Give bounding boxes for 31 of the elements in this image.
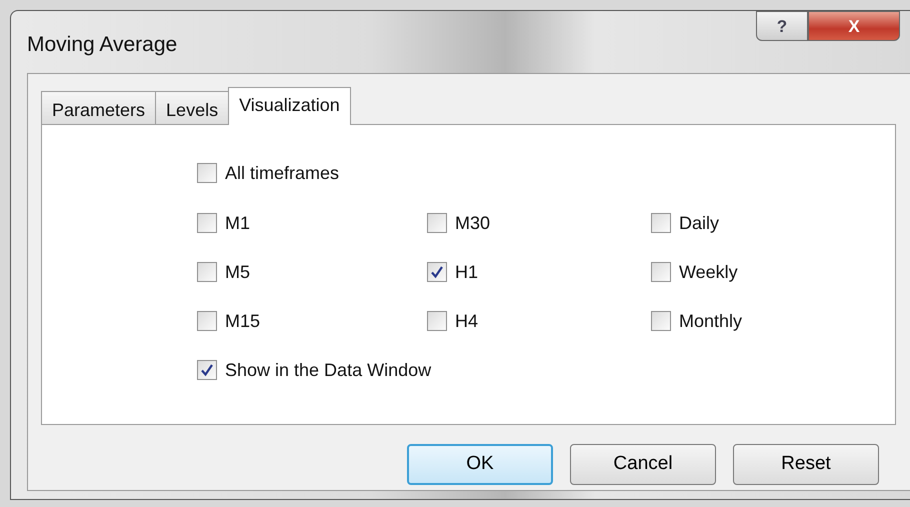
checkbox-label: Weekly: [679, 260, 738, 284]
window-title: Moving Average: [27, 32, 178, 58]
tab[interactable]: Visualization: [228, 87, 351, 125]
checkbox[interactable]: [197, 262, 217, 282]
help-button[interactable]: ?: [756, 11, 808, 41]
checkbox[interactable]: [651, 311, 671, 331]
checkbox-label: Monthly: [679, 310, 742, 333]
checkbox[interactable]: [651, 213, 671, 233]
checkbox[interactable]: [427, 213, 447, 233]
checkbox[interactable]: [197, 163, 217, 183]
checkbox-label: M30: [455, 212, 490, 234]
dialog-button[interactable]: Reset: [733, 444, 879, 485]
close-button[interactable]: X: [808, 11, 900, 41]
checkbox[interactable]: [197, 360, 217, 380]
checkbox-label: M1: [225, 212, 250, 234]
checkbox-label: All timeframes: [225, 162, 340, 184]
checkbox[interactable]: [427, 262, 447, 282]
checkbox-label: Show in the Data Window: [225, 358, 432, 382]
checkbox[interactable]: [427, 311, 447, 331]
checkbox-label: H4: [455, 310, 478, 332]
checkbox[interactable]: [197, 311, 217, 331]
checkbox-label: M5: [225, 260, 250, 284]
checkbox[interactable]: [651, 262, 671, 282]
checkbox[interactable]: [197, 213, 217, 233]
checkbox-label: M15: [225, 310, 260, 332]
checkbox-label: Daily: [679, 212, 720, 235]
dialog-button[interactable]: Cancel: [570, 444, 716, 485]
dialog-button[interactable]: OK: [407, 444, 553, 485]
tab[interactable]: Parameters: [41, 91, 156, 124]
checkbox-label: H1: [455, 260, 478, 284]
tab[interactable]: Levels: [155, 91, 230, 124]
